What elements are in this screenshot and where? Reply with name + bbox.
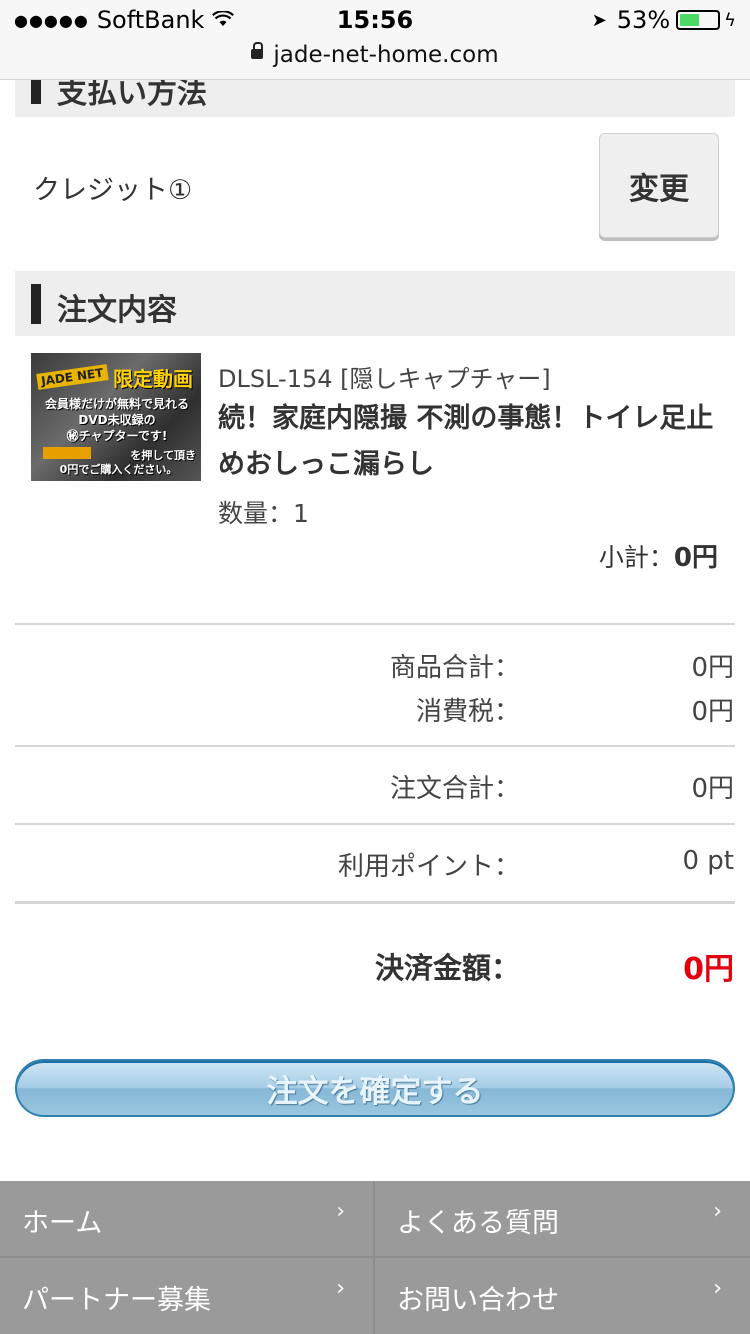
order-section-title: 注文内容 (57, 293, 177, 328)
footer-nav: ホーム › よくある質問 › パートナー募集 › お問い合わせ › (0, 1181, 750, 1334)
payment-method-value: クレジット① (33, 175, 193, 206)
points-value: 0 pt (682, 846, 734, 876)
thumbnail-text: DVD未収録の (78, 413, 156, 427)
battery-icon (676, 10, 721, 30)
address-bar[interactable]: jade-net-home.com (0, 40, 750, 80)
subtotal: 小計：0円 (599, 537, 718, 574)
battery-info: ➤ 53% ϟ (592, 6, 736, 34)
chevron-right-icon: › (713, 1199, 722, 1224)
charging-icon: ϟ (724, 9, 736, 31)
chevron-right-icon: › (336, 1199, 345, 1224)
product-title[interactable]: 続！家庭内隠撮 不測の事態！トイレ足止めおしっこ漏らし (218, 396, 718, 488)
footer-link-label: お問い合わせ (397, 1285, 559, 1316)
product-quantity: 数量：1 (218, 499, 309, 528)
order-section-header: 注文内容 (15, 271, 735, 336)
lock-icon (251, 41, 264, 59)
goods-total-value: 0円 (691, 653, 734, 683)
chevron-right-icon: › (336, 1276, 345, 1301)
product-thumbnail[interactable]: JADE NET 限定動画 会員様だけが無料で見れる DVD未収録の ㊙チャプタ… (31, 353, 201, 481)
subtotal-label: 小計： (598, 543, 674, 572)
change-payment-button[interactable]: 変更 (599, 133, 719, 238)
location-arrow-icon: ➤ (591, 9, 607, 31)
divider (15, 745, 735, 747)
footer-link-label: ホーム (22, 1208, 103, 1239)
product-code: DLSL-154 [隠しキャプチャー] (218, 365, 551, 393)
order-total-value: 0円 (691, 774, 734, 804)
payment-amount-label: 決済金額： (374, 951, 520, 985)
footer-link-home[interactable]: ホーム › (0, 1181, 373, 1256)
thumbnail-headline: 限定動画 (113, 367, 193, 391)
payment-section-header: 支払い方法 (15, 80, 735, 117)
order-total-label: 注文合計： (389, 774, 520, 804)
status-bar: ●●●●● SoftBank 15:56 ➤ 53% ϟ (0, 0, 750, 40)
divider (15, 623, 735, 625)
thumbnail-text: 0円でご購入ください。 (59, 463, 178, 476)
divider (15, 901, 735, 904)
footer-link-contact[interactable]: お問い合わせ › (375, 1258, 750, 1334)
tax-value: 0円 (691, 697, 734, 727)
footer-link-partner[interactable]: パートナー募集 › (0, 1258, 373, 1334)
tax-label: 消費税： (415, 697, 520, 727)
footer-link-label: よくある質問 (397, 1208, 559, 1239)
battery-percent: 53% (616, 6, 671, 34)
subtotal-value: 0円 (673, 543, 718, 573)
footer-link-faq[interactable]: よくある質問 › (375, 1181, 750, 1256)
footer-link-label: パートナー募集 (22, 1285, 211, 1316)
goods-total-label: 商品合計： (389, 653, 520, 683)
thumbnail-brand: JADE NET (36, 364, 109, 390)
thumbnail-text: 会員様だけが無料で見れる (44, 397, 189, 411)
confirm-order-button[interactable]: 注文を確定する (15, 1059, 735, 1117)
thumbnail-text: ㊙チャプターです! (66, 429, 168, 443)
payment-section-title: 支払い方法 (57, 80, 207, 111)
points-label: 利用ポイント： (337, 852, 520, 882)
payment-amount-value: 0円 (683, 952, 734, 987)
chevron-right-icon: › (713, 1276, 722, 1301)
divider (15, 823, 735, 825)
url-text: jade-net-home.com (273, 42, 499, 68)
